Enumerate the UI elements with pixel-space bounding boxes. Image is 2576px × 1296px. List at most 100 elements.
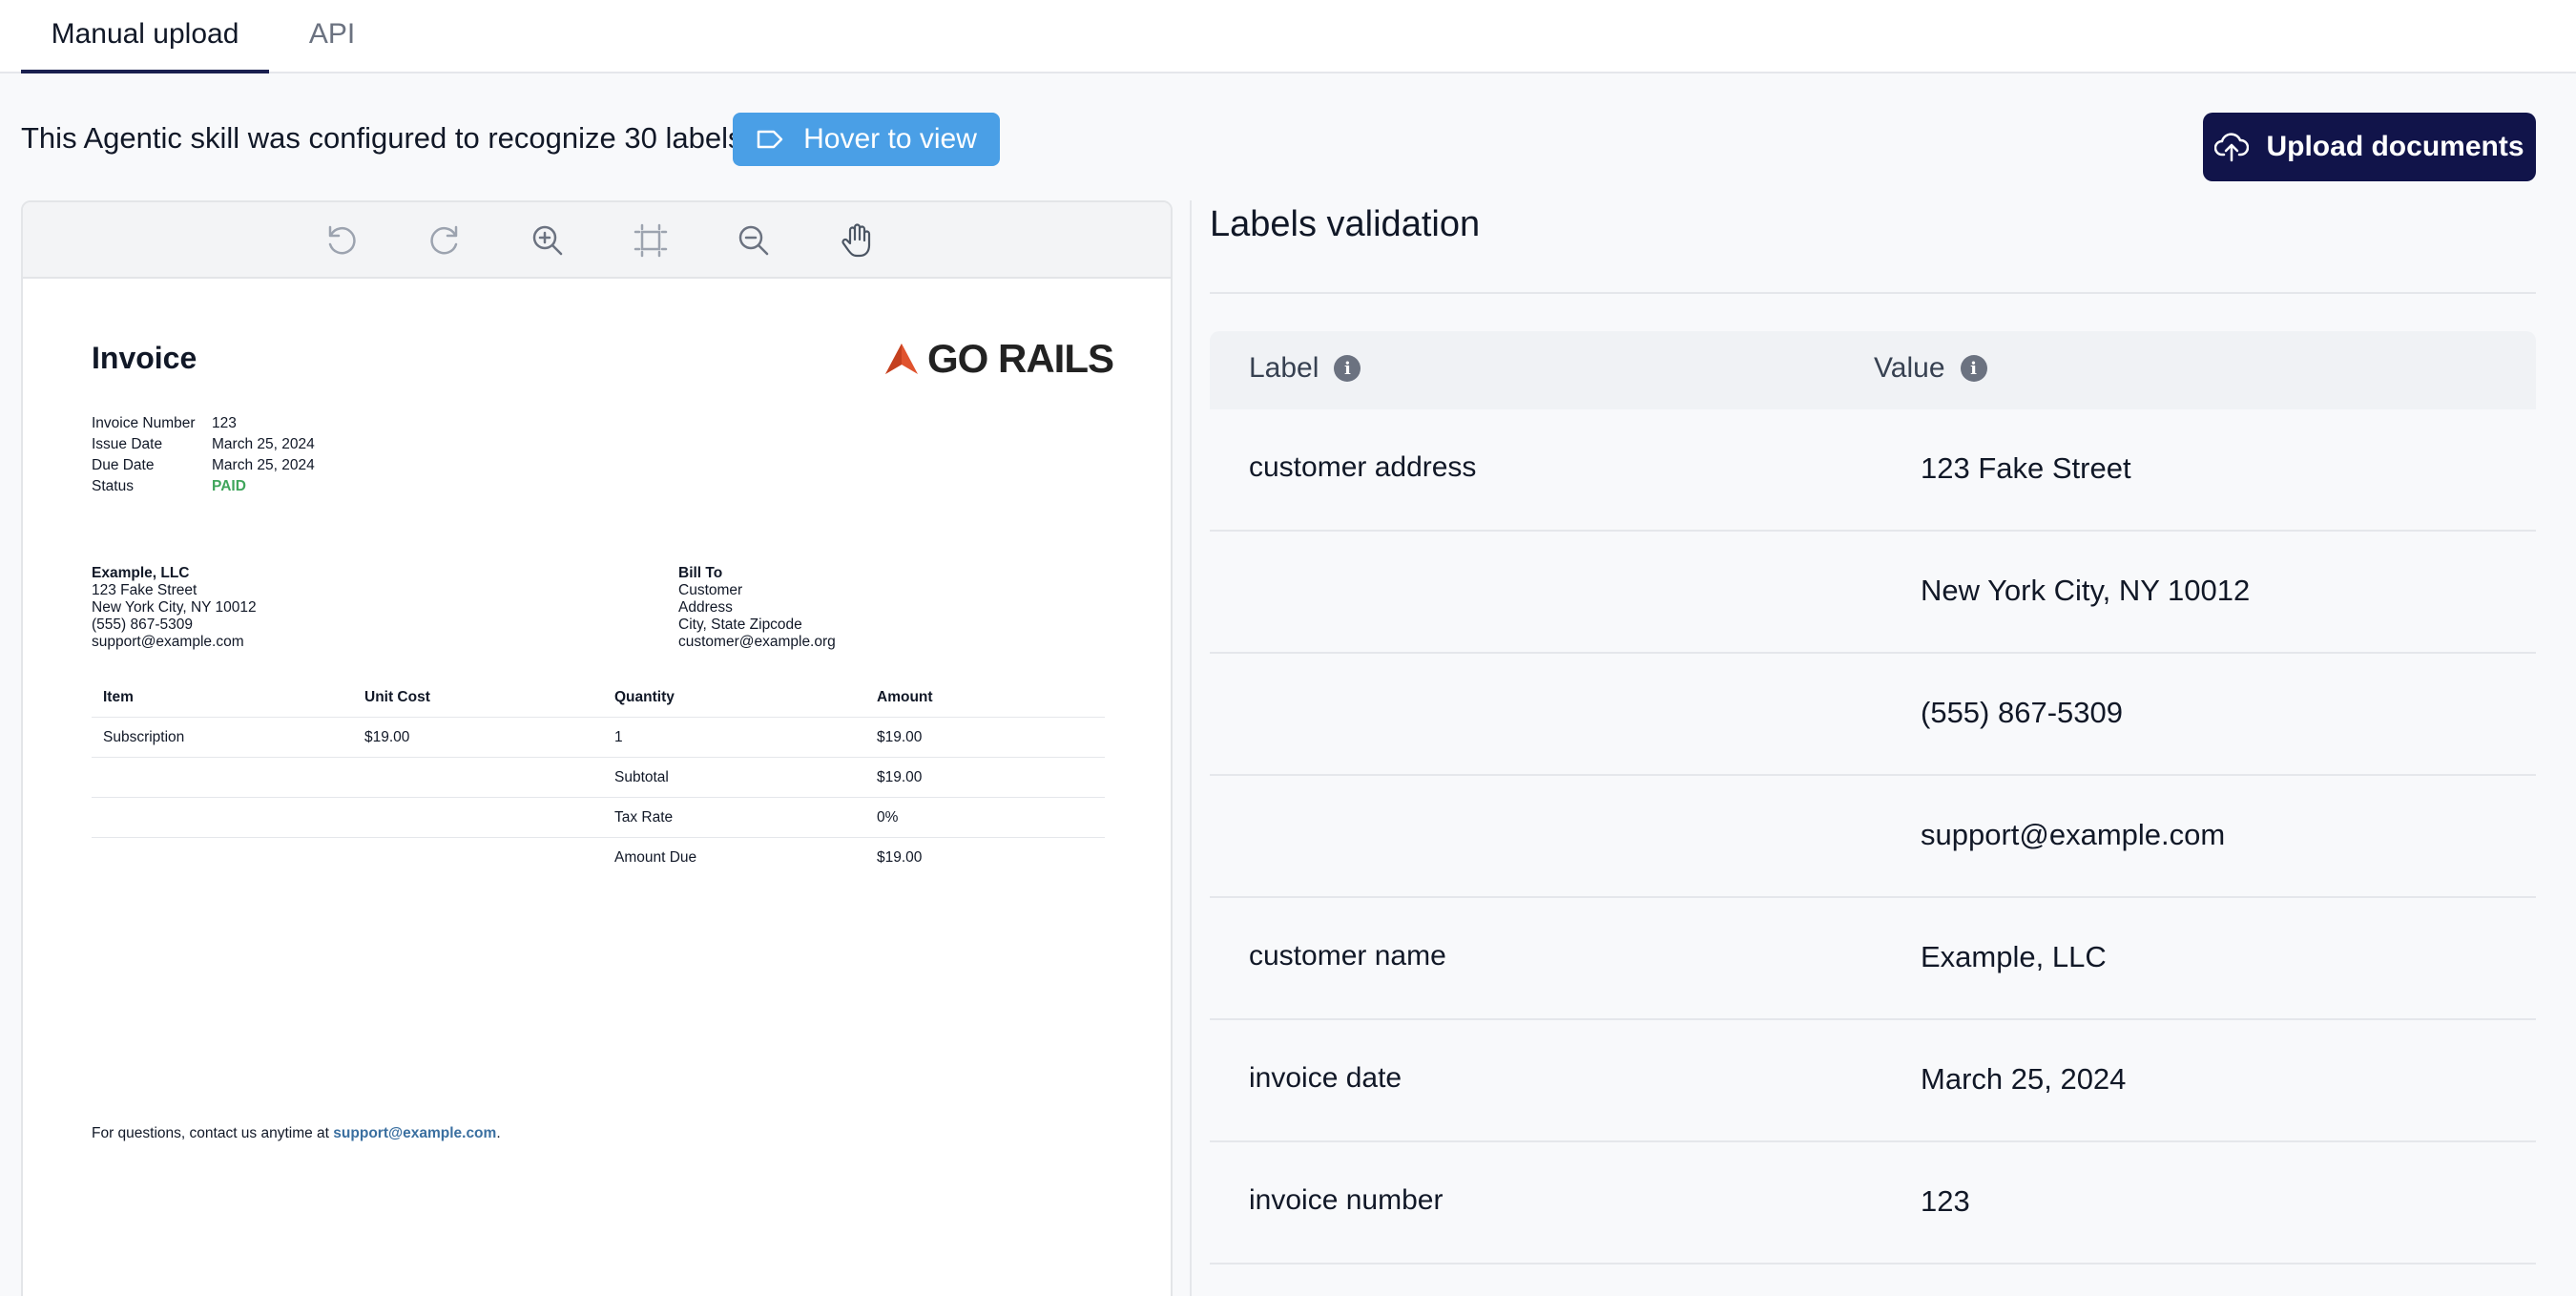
document-viewer: Invoice GO RAILS Invoice Number 123 Issue…	[21, 200, 1173, 1296]
footnote-suffix: .	[496, 1125, 501, 1141]
table-cell: Subscription	[103, 729, 185, 745]
value-cell[interactable]: New York City, NY 10012	[1921, 574, 2250, 608]
from-address: Example, LLC 123 Fake Street New York Ci…	[92, 565, 257, 651]
cloud-upload-icon	[2214, 133, 2250, 162]
column-header: Amount	[877, 689, 933, 705]
from-line: support@example.com	[92, 634, 244, 650]
invoice-meta: Invoice Number 123 Issue Date March 25, 20…	[92, 413, 315, 497]
status-badge: PAID	[212, 478, 246, 494]
footnote-text: For questions, contact us anytime at	[92, 1125, 334, 1141]
table-row: New York City, NY 10012	[1210, 532, 2536, 654]
table-cell: $19.00	[364, 729, 410, 745]
tab-manual-upload[interactable]: Manual upload	[21, 0, 269, 73]
table-row: Amount Due $19.00	[92, 838, 1105, 878]
value-cell[interactable]: (555) 867-5309	[1921, 696, 2123, 730]
table-cell: 0%	[877, 809, 899, 826]
label-cell: invoice number	[1249, 1184, 1444, 1216]
invoice-footnote: For questions, contact us anytime at sup…	[92, 1125, 501, 1142]
column-header: Quantity	[614, 689, 675, 705]
info-icon[interactable]: i	[1334, 355, 1361, 382]
meta-value: March 25, 2024	[212, 436, 315, 452]
hand-pan-icon[interactable]	[836, 219, 878, 261]
table-row: customer name Example, LLC	[1210, 898, 2536, 1020]
labels-config-text: This Agentic skill was configured to rec…	[21, 121, 743, 155]
panel-divider	[1190, 200, 1192, 1296]
value-cell[interactable]: 123 Fake Street	[1921, 451, 2131, 486]
from-line: New York City, NY 10012	[92, 599, 257, 616]
table-row: (555) 867-5309	[1210, 654, 2536, 776]
table-cell: Subtotal	[614, 769, 669, 785]
from-line: (555) 867-5309	[92, 617, 193, 633]
meta-value: 123	[212, 415, 237, 431]
meta-key: Status	[92, 478, 134, 494]
invoice-items-table: Item Unit Cost Quantity Amount Subscript…	[92, 678, 1105, 878]
bill-to-line: customer@example.org	[678, 634, 836, 650]
meta-row: Due Date March 25, 2024	[92, 455, 315, 476]
value-column-header: Value i	[1874, 352, 1987, 385]
tab-api[interactable]: API	[279, 0, 385, 73]
upload-documents-button[interactable]: Upload documents	[2203, 113, 2536, 181]
table-row: Tax Rate 0%	[92, 798, 1105, 838]
viewer-toolbar	[23, 202, 1171, 279]
table-cell: $19.00	[877, 849, 923, 866]
invoice-document: Invoice GO RAILS Invoice Number 123 Issue…	[23, 279, 1171, 1296]
hover-to-view-button[interactable]: Hover to view	[733, 113, 1000, 166]
value-cell[interactable]: support@example.com	[1921, 818, 2225, 852]
table-cell: $19.00	[877, 729, 923, 745]
support-email-link[interactable]: support@example.com	[333, 1125, 496, 1141]
label-cell: customer name	[1249, 940, 1446, 972]
invoice-title: Invoice	[92, 341, 197, 375]
table-cell: Amount Due	[614, 849, 697, 866]
bill-to-address: Bill To Customer Address City, State Zip…	[678, 565, 836, 651]
value-header-text: Value	[1874, 352, 1945, 384]
zoom-out-icon[interactable]	[733, 219, 775, 261]
table-header-row: Item Unit Cost Quantity Amount	[92, 678, 1105, 718]
table-cell: 1	[614, 729, 623, 745]
table-row: invoice number 123	[1210, 1142, 2536, 1265]
value-cell[interactable]: 123	[1921, 1184, 1970, 1219]
table-row: customer address 123 Fake Street	[1210, 409, 2536, 532]
label-header-text: Label	[1249, 352, 1319, 384]
table-row: invoice date March 25, 2024	[1210, 1020, 2536, 1142]
meta-value: March 25, 2024	[212, 457, 315, 473]
meta-key: Invoice Number	[92, 415, 196, 431]
go-rails-logo: GO RAILS	[883, 336, 1114, 382]
value-cell[interactable]: March 25, 2024	[1921, 1062, 2126, 1097]
table-row: Subtotal $19.00	[92, 758, 1105, 798]
column-header: Item	[103, 689, 134, 705]
hover-to-view-label: Hover to view	[803, 123, 977, 155]
go-rails-logo-icon	[885, 344, 918, 374]
meta-key: Issue Date	[92, 436, 163, 452]
from-name: Example, LLC	[92, 565, 190, 581]
table-cell: $19.00	[877, 769, 923, 785]
meta-row: Issue Date March 25, 2024	[92, 434, 315, 455]
table-cell: Tax Rate	[614, 809, 674, 826]
from-line: 123 Fake Street	[92, 582, 197, 598]
bill-to-heading: Bill To	[678, 565, 723, 581]
bill-to-line: City, State Zipcode	[678, 617, 802, 633]
table-row: Subscription $19.00 1 $19.00	[92, 718, 1105, 758]
fit-page-icon[interactable]	[630, 219, 672, 261]
upload-documents-label: Upload documents	[2266, 131, 2524, 162]
rotate-left-icon[interactable]	[321, 219, 363, 261]
label-column-header: Label i	[1249, 352, 1361, 385]
tab-bar: Manual upload API	[0, 0, 2576, 73]
meta-row: Status PAID	[92, 476, 315, 497]
bill-to-line: Address	[678, 599, 733, 616]
meta-key: Due Date	[92, 457, 155, 473]
label-cell: customer address	[1249, 451, 1477, 483]
bill-to-line: Customer	[678, 582, 743, 598]
go-rails-logo-text: GO RAILS	[927, 336, 1114, 381]
meta-row: Invoice Number 123	[92, 413, 315, 434]
info-icon[interactable]: i	[1960, 355, 1987, 382]
table-row: support@example.com	[1210, 776, 2536, 898]
label-cell: invoice date	[1249, 1062, 1402, 1094]
rotate-right-icon[interactable]	[424, 219, 466, 261]
labels-validation-title: Labels validation	[1210, 204, 1481, 244]
zoom-in-icon[interactable]	[527, 219, 569, 261]
tag-icon	[757, 130, 783, 149]
column-header: Unit Cost	[364, 689, 430, 705]
value-cell[interactable]: Example, LLC	[1921, 940, 2107, 974]
title-divider	[1210, 292, 2536, 294]
labels-table-header: Label i Value i	[1210, 331, 2536, 409]
